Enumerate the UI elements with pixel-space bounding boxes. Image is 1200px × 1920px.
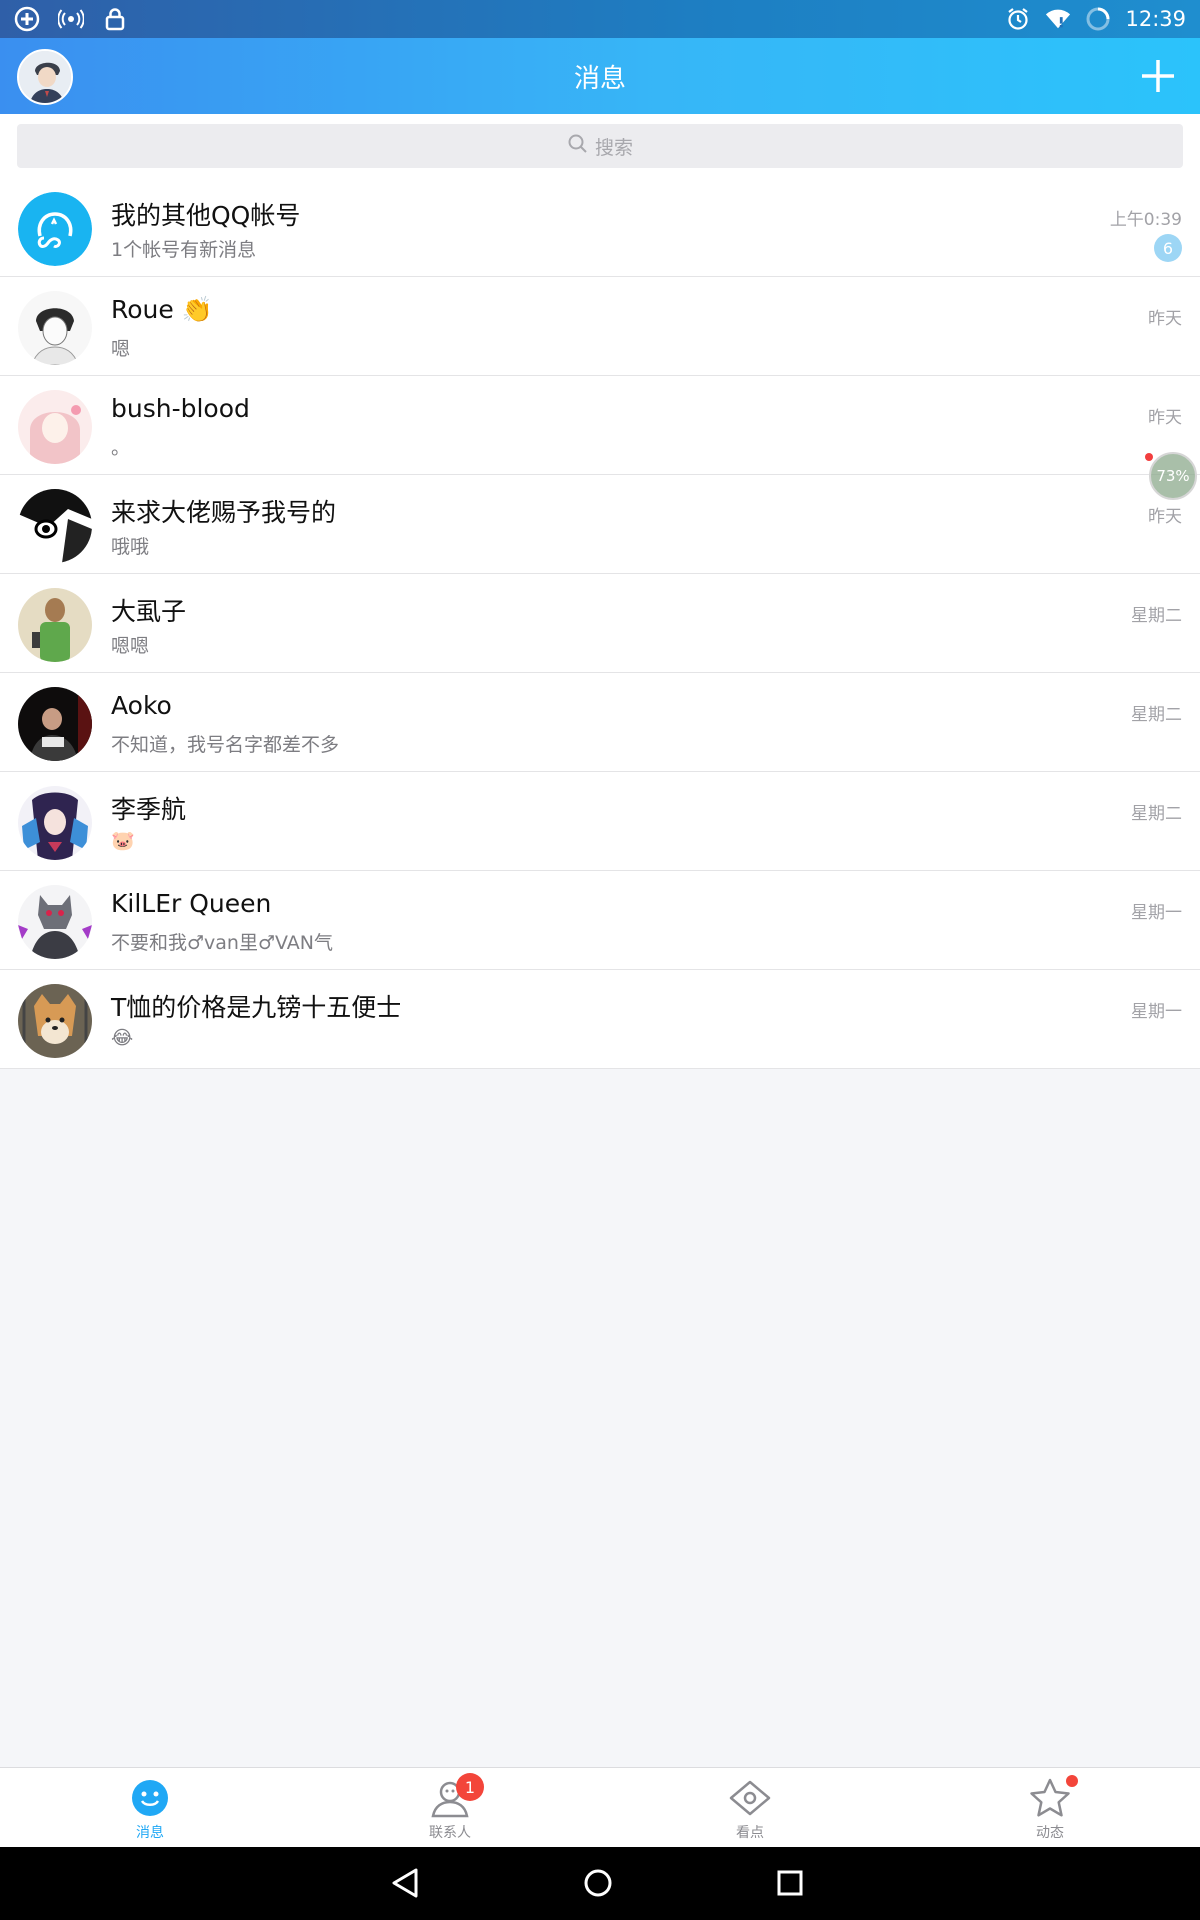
list-item[interactable]: Aoko 不知道，我号名字都差不多 星期二: [0, 673, 1200, 772]
tab-label: 看点: [736, 1825, 764, 1841]
plus-circle-icon: [14, 6, 40, 32]
avatar: [18, 687, 92, 761]
unread-badge: 6: [1154, 234, 1182, 262]
conversation-preview: 🐷: [111, 830, 135, 852]
conversation-name: KilLEr Queen: [111, 889, 272, 918]
conversation-preview: 哦哦: [111, 536, 150, 558]
conversation-preview: 嗯嗯: [111, 635, 150, 657]
avatar: [18, 786, 92, 860]
tab-discover[interactable]: 看点: [600, 1768, 900, 1848]
conversation-name: bush-blood: [111, 394, 250, 423]
list-item[interactable]: T恤的价格是九镑十五便士 😂 星期一: [0, 970, 1200, 1069]
list-item[interactable]: KilLEr Queen 不要和我♂van里♂VAN气 星期一: [0, 871, 1200, 970]
conversation-time: 昨天: [1148, 507, 1182, 527]
clap-emoji-icon: 👏: [181, 295, 213, 324]
conversation-time: 星期二: [1131, 705, 1182, 725]
tab-label: 消息: [136, 1825, 164, 1841]
search-input[interactable]: 搜索: [17, 124, 1183, 168]
search-icon: [567, 133, 589, 160]
conversation-name: 我的其他QQ帐号: [111, 201, 301, 230]
conversation-preview: 嗯: [111, 338, 131, 360]
avatar: [18, 489, 92, 563]
wifi-signal-icon: [58, 6, 84, 32]
conversation-list: 我的其他QQ帐号 1个帐号有新消息 上午0:39 6 Roue 👏 嗯 昨天 b…: [0, 178, 1200, 1069]
list-item[interactable]: Roue 👏 嗯 昨天: [0, 277, 1200, 376]
tab-label: 联系人: [429, 1825, 471, 1841]
conversation-time: 星期二: [1131, 606, 1182, 626]
recents-icon[interactable]: [772, 1865, 808, 1901]
conversation-time: 星期一: [1131, 1002, 1182, 1022]
conversation-name: T恤的价格是九镑十五便士: [111, 993, 402, 1022]
floating-memory-widget[interactable]: 73%: [1149, 452, 1197, 500]
system-nav-bar: [0, 1847, 1200, 1920]
conversation-time: 上午0:39: [1109, 210, 1182, 230]
bottom-tab-bar: 消息 联系人 1 看点 动态: [0, 1767, 1200, 1847]
tab-messages[interactable]: 消息: [0, 1768, 300, 1848]
list-item[interactable]: 李季航 🐷 星期二: [0, 772, 1200, 871]
conversation-preview: 😂: [111, 1027, 134, 1049]
floating-notification-dot: [1145, 453, 1153, 461]
search-placeholder: 搜索: [594, 136, 633, 159]
tab-label: 动态: [1036, 1825, 1064, 1841]
search-bar: 搜索: [0, 114, 1200, 178]
sync-icon: [1085, 6, 1111, 32]
status-bar: 12:39: [0, 0, 1200, 38]
status-time: 12:39: [1125, 7, 1186, 31]
conversation-preview: 不知道，我号名字都差不多: [111, 734, 340, 756]
conversation-preview: 不要和我♂van里♂VAN气: [111, 932, 333, 954]
my-avatar[interactable]: [17, 49, 73, 105]
conversation-time: 昨天: [1148, 309, 1182, 329]
list-item[interactable]: 来求大佬赐予我号的 哦哦 昨天: [0, 475, 1200, 574]
list-item[interactable]: 大虱子 嗯嗯 星期二: [0, 574, 1200, 673]
avatar: [18, 885, 92, 959]
plus-icon[interactable]: [1136, 54, 1180, 98]
eye-icon: [728, 1776, 772, 1820]
list-item[interactable]: 我的其他QQ帐号 1个帐号有新消息 上午0:39 6: [0, 178, 1200, 277]
conversation-time: 昨天: [1148, 408, 1182, 428]
avatar: [18, 192, 92, 266]
page-title: 消息: [573, 63, 626, 94]
conversation-name: Aoko: [111, 691, 172, 720]
tab-contacts[interactable]: 联系人 1: [300, 1768, 600, 1848]
moments-dot: [1066, 1775, 1078, 1787]
conversation-preview: 。: [111, 437, 131, 459]
alarm-icon: [1005, 6, 1031, 32]
wifi-icon: [1045, 6, 1071, 32]
list-item[interactable]: bush-blood 。 昨天: [0, 376, 1200, 475]
lock-icon: [102, 6, 128, 32]
avatar: [18, 291, 92, 365]
avatar: [18, 984, 92, 1058]
conversation-name: 李季航: [111, 795, 187, 824]
conversation-time: 星期二: [1131, 804, 1182, 824]
tab-moments[interactable]: 动态: [900, 1768, 1200, 1848]
conversation-name: Roue 👏: [111, 295, 213, 324]
home-icon[interactable]: [580, 1865, 616, 1901]
message-smile-icon: [128, 1776, 172, 1820]
contacts-badge: 1: [456, 1773, 484, 1801]
avatar: [18, 390, 92, 464]
conversation-preview: 1个帐号有新消息: [111, 239, 257, 261]
conversation-name: 大虱子: [111, 597, 187, 626]
app-header: 消息: [0, 38, 1200, 114]
back-icon[interactable]: [388, 1865, 424, 1901]
avatar: [18, 588, 92, 662]
conversation-name: 来求大佬赐予我号的: [111, 498, 337, 527]
conversation-time: 星期一: [1131, 903, 1182, 923]
